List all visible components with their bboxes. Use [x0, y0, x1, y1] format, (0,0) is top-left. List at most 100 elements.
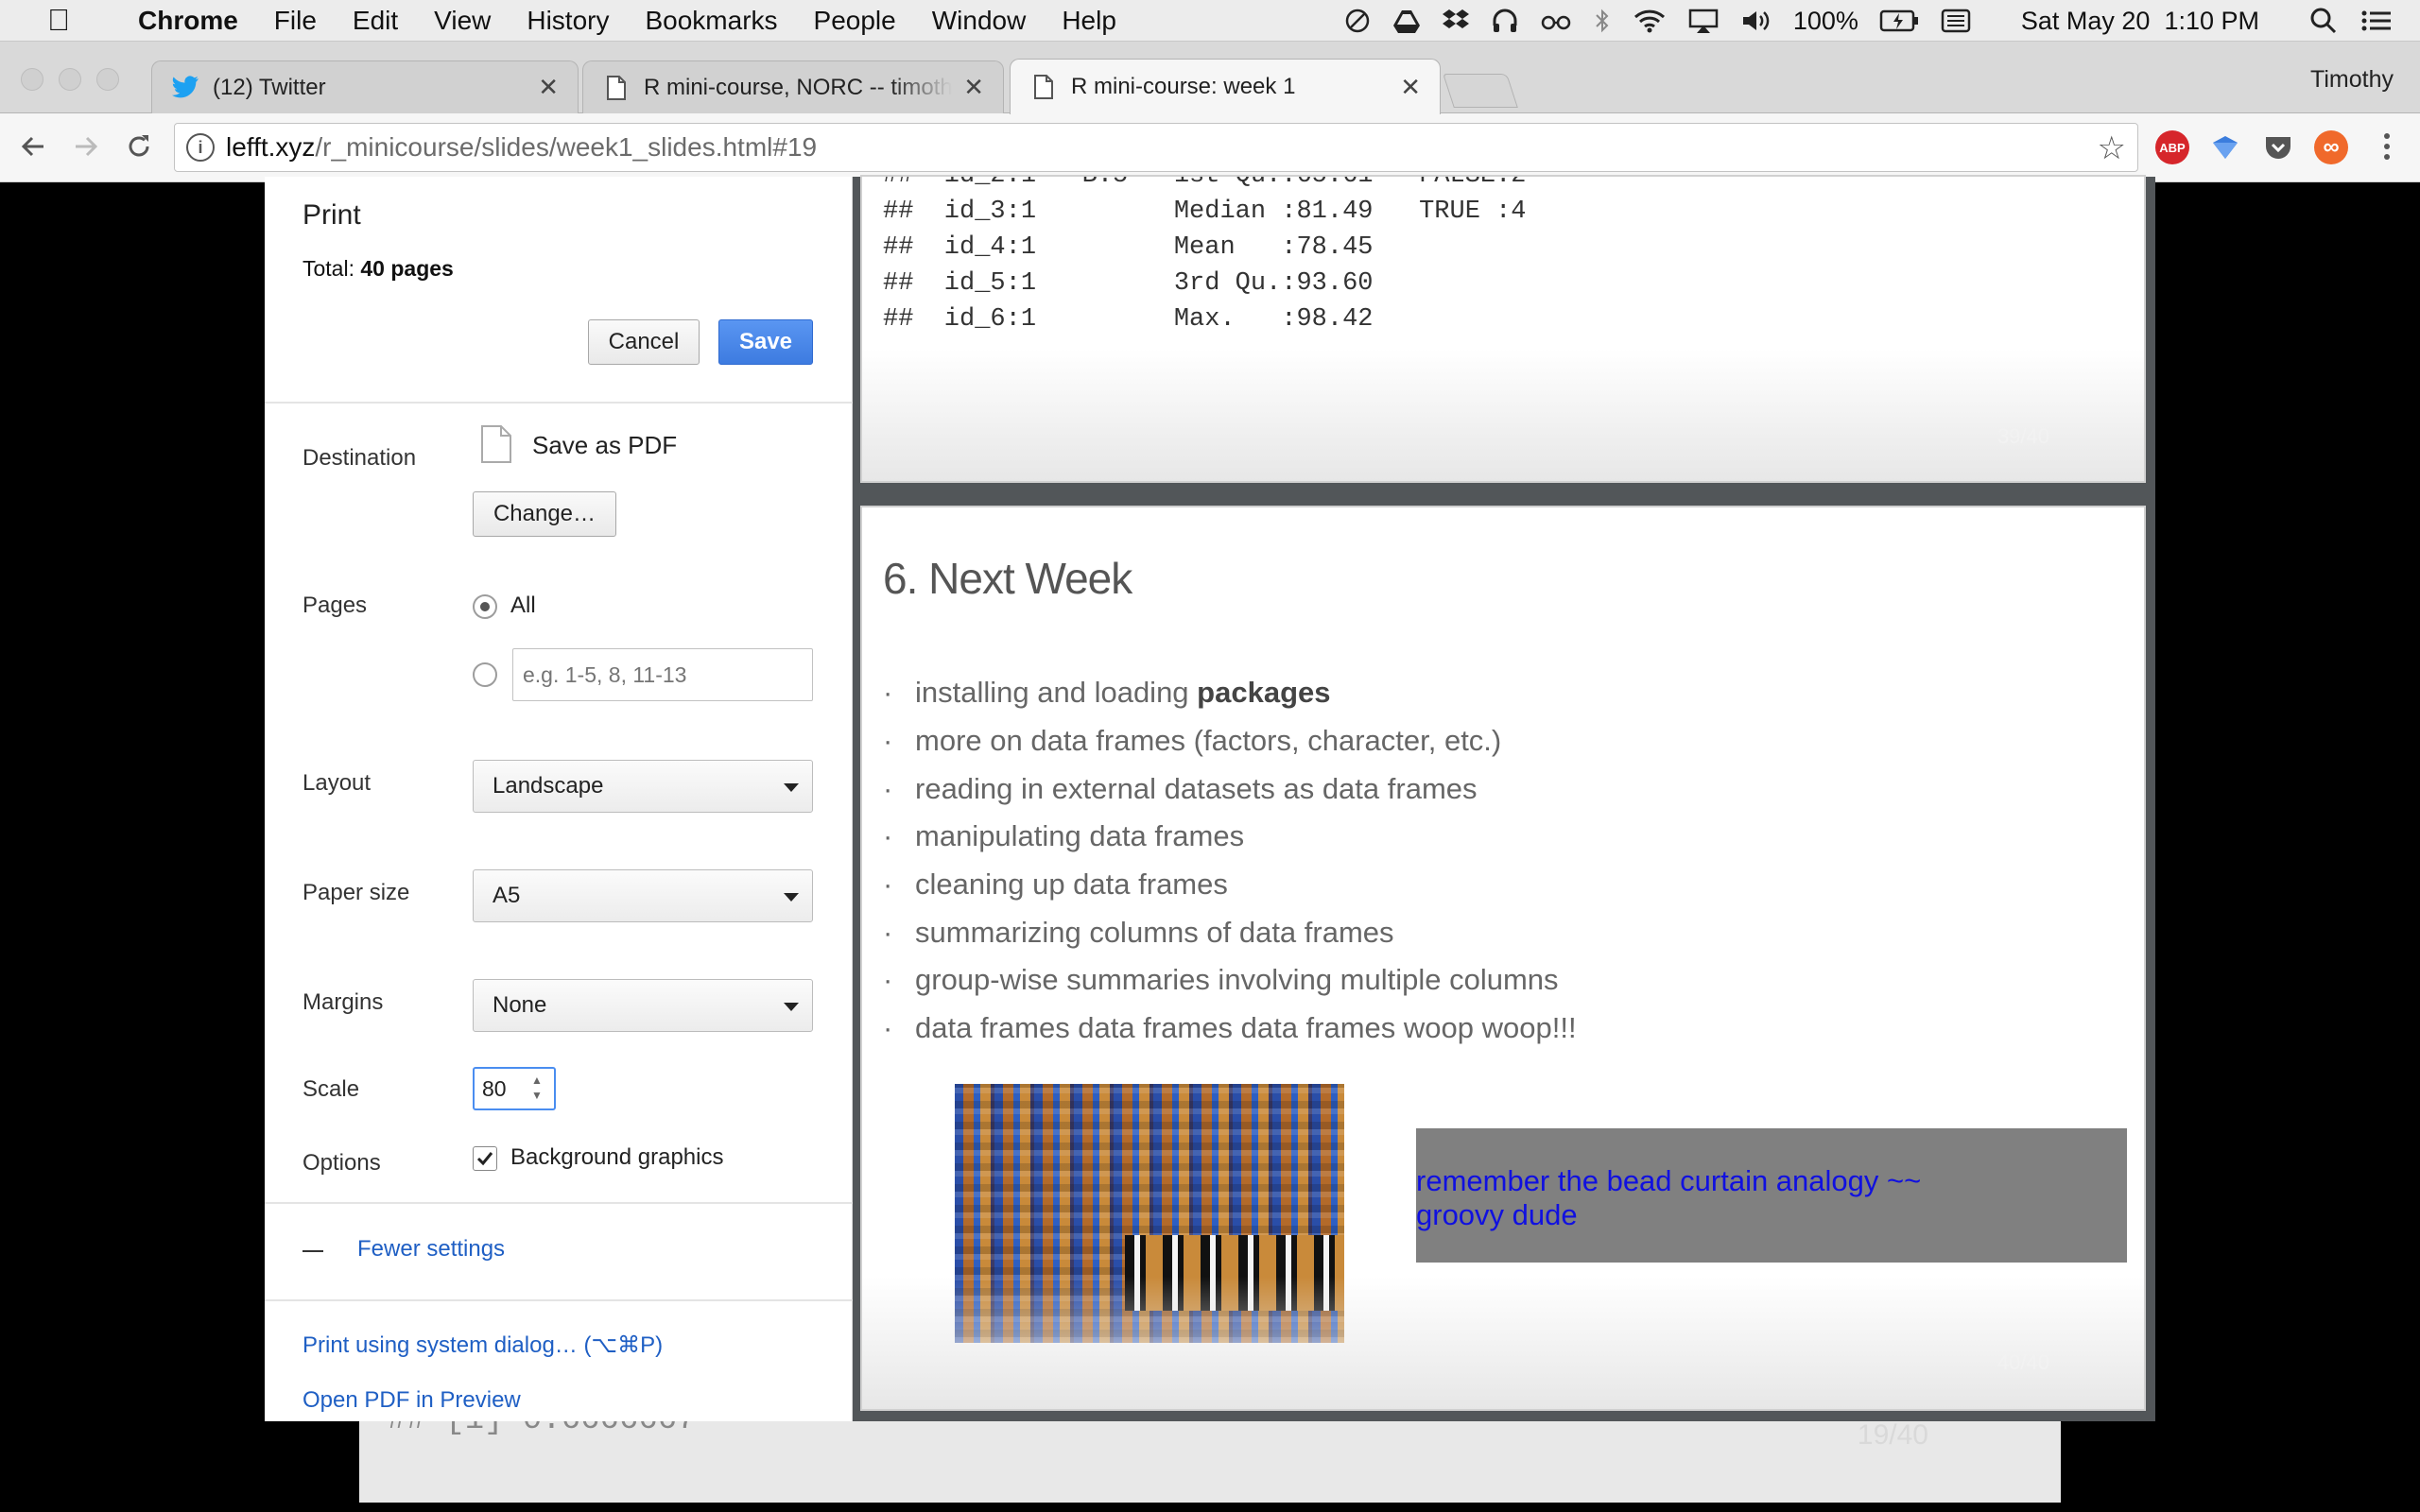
bullet-dot: ·: [883, 676, 893, 709]
code-line: ## id_6:1 Max. :98.42: [883, 305, 1374, 334]
background-slide-number: 19/40: [1857, 1419, 1928, 1451]
slide-footer-gradient: [862, 349, 2144, 481]
close-tab-icon[interactable]: ✕: [963, 73, 984, 102]
tab-title: R mini-course, NORC -- timoth: [644, 74, 953, 100]
spotlight-search-icon[interactable]: [2308, 7, 2339, 35]
open-pdf-preview-link[interactable]: Open PDF in Preview: [302, 1387, 521, 1414]
slide-bullet: · cleaning up data frames: [883, 868, 1228, 901]
system-dialog-link[interactable]: Print using system dialog… (⌥⌘P): [302, 1332, 663, 1359]
profile-name[interactable]: Timothy: [2310, 66, 2394, 94]
reload-button[interactable]: [115, 123, 163, 170]
pages-label: Pages: [302, 593, 368, 618]
forward-button[interactable]: [62, 123, 110, 170]
paper-size-value: A5: [493, 883, 521, 908]
window-minimize-button[interactable]: [59, 68, 81, 91]
airplay-icon[interactable]: [1687, 7, 1720, 35]
pages-range-input[interactable]: [512, 648, 813, 701]
divider: [265, 1299, 853, 1301]
macos-menu-bar:  Chrome File Edit View History Bookmark…: [0, 0, 2420, 42]
pages-custom-radio[interactable]: [473, 662, 497, 687]
save-button[interactable]: Save: [718, 319, 813, 365]
twitter-bird-icon: [171, 74, 199, 102]
change-destination-button[interactable]: Change…: [473, 491, 616, 537]
menu-window[interactable]: Window: [932, 6, 1027, 36]
paper-size-select[interactable]: A5: [473, 869, 813, 922]
menu-bookmarks[interactable]: Bookmarks: [645, 6, 777, 36]
bullet-dot: ·: [883, 1011, 893, 1044]
apple-menu-icon[interactable]: : [40, 3, 78, 38]
total-pages: Total: 40 pages: [302, 256, 454, 281]
url-path: /r_minicourse/slides/week1_slides.html#1…: [315, 132, 818, 162]
tab-twitter[interactable]: (12) Twitter ✕: [151, 60, 579, 113]
new-tab-button[interactable]: [1443, 74, 1518, 108]
volume-icon[interactable]: [1740, 7, 1772, 35]
slide-number: 40/40: [1996, 1350, 2049, 1374]
destination-value: Save as PDF: [532, 431, 678, 459]
divider: [265, 402, 853, 404]
collapse-minus-icon[interactable]: [302, 1250, 323, 1252]
menu-people[interactable]: People: [814, 6, 896, 36]
note-text: remember the bead curtain analogy ~~ gro…: [1416, 1164, 1922, 1231]
back-button[interactable]: [9, 123, 57, 170]
menu-history[interactable]: History: [527, 6, 609, 36]
cancel-button[interactable]: Cancel: [588, 319, 700, 365]
close-tab-icon[interactable]: ✕: [1400, 73, 1421, 102]
close-tab-icon[interactable]: ✕: [538, 73, 559, 102]
battery-percent: 100%: [1792, 6, 1858, 35]
slide-bullet: · more on data frames (factors, character…: [883, 724, 1502, 757]
battery-icon[interactable]: [1879, 9, 1919, 33]
tab-r-minicourse-week1[interactable]: R mini-course: week 1 ✕: [1010, 59, 1441, 114]
slide-bullet: · summarizing columns of data frames: [883, 916, 1394, 949]
slide-bullet: · installing and loading packages: [883, 676, 1331, 709]
scale-stepper-icon[interactable]: ▲ ▼: [531, 1073, 543, 1103]
window-close-button[interactable]: [21, 68, 43, 91]
headphones-icon[interactable]: [1491, 7, 1519, 35]
bookmark-star-icon[interactable]: ☆: [2098, 129, 2126, 167]
pages-all-radio[interactable]: [473, 594, 497, 619]
pocket-icon[interactable]: [2261, 130, 2295, 164]
layout-select[interactable]: Landscape: [473, 760, 813, 813]
scale-label: Scale: [302, 1076, 360, 1102]
menu-app-name[interactable]: Chrome: [138, 6, 238, 36]
clock[interactable]: Sat May 20 1:10 PM: [2021, 7, 2259, 36]
infinity-icon[interactable]: ∞: [2314, 130, 2348, 164]
code-line: ## id_3:1 Median :81.49 TRUE :4: [883, 198, 1527, 226]
site-info-icon[interactable]: i: [186, 133, 215, 162]
options-label: Options: [302, 1150, 381, 1176]
slide-title: 6. Next Week: [883, 554, 1132, 603]
keyboard-input-icon[interactable]: [1940, 7, 1972, 35]
slide-bullet: · data frames data frames data frames woo…: [883, 1011, 1577, 1044]
gem-icon[interactable]: [2208, 130, 2242, 164]
dropdown-caret-icon: [784, 1003, 799, 1011]
menu-edit[interactable]: Edit: [353, 6, 398, 36]
window-zoom-button[interactable]: [96, 68, 119, 91]
checkmark-icon: [476, 1152, 493, 1166]
bluetooth-icon[interactable]: [1593, 7, 1612, 35]
url-host: lefft.xyz: [226, 132, 316, 162]
wifi-icon[interactable]: [1633, 7, 1667, 35]
do-not-disturb-icon[interactable]: [1343, 7, 1372, 35]
menu-view[interactable]: View: [434, 6, 491, 36]
abp-icon[interactable]: ABP: [2155, 130, 2189, 164]
glasses-icon[interactable]: [1540, 7, 1572, 35]
fewer-settings-link[interactable]: Fewer settings: [357, 1236, 505, 1263]
scale-input[interactable]: 80 ▲ ▼: [473, 1067, 556, 1110]
print-title: Print: [302, 199, 361, 231]
slide-bullet: · manipulating data frames: [883, 819, 1245, 852]
bullet-dot: ·: [883, 963, 893, 996]
google-drive-icon[interactable]: [1392, 7, 1421, 35]
tab-norc[interactable]: R mini-course, NORC -- timoth ✕: [582, 60, 1004, 113]
notification-center-icon[interactable]: [2360, 7, 2394, 35]
slide-number: 39/40: [1996, 424, 2049, 448]
margins-select[interactable]: None: [473, 979, 813, 1032]
menu-file[interactable]: File: [274, 6, 317, 36]
chrome-menu-icon[interactable]: [2363, 123, 2411, 170]
scale-value: 80: [482, 1076, 507, 1101]
menu-help[interactable]: Help: [1062, 6, 1116, 36]
background-graphics-checkbox[interactable]: [473, 1146, 497, 1171]
background-slide: ## [1] 0.6666667 19/40: [359, 1402, 2061, 1503]
preview-page-40: 6. Next Week · installing and loading pac…: [862, 507, 2144, 1409]
bullet-dot: ·: [883, 772, 893, 805]
dropbox-icon[interactable]: [1442, 7, 1470, 35]
address-bar[interactable]: i lefft.xyz/r_minicourse/slides/week1_sl…: [174, 123, 2138, 172]
